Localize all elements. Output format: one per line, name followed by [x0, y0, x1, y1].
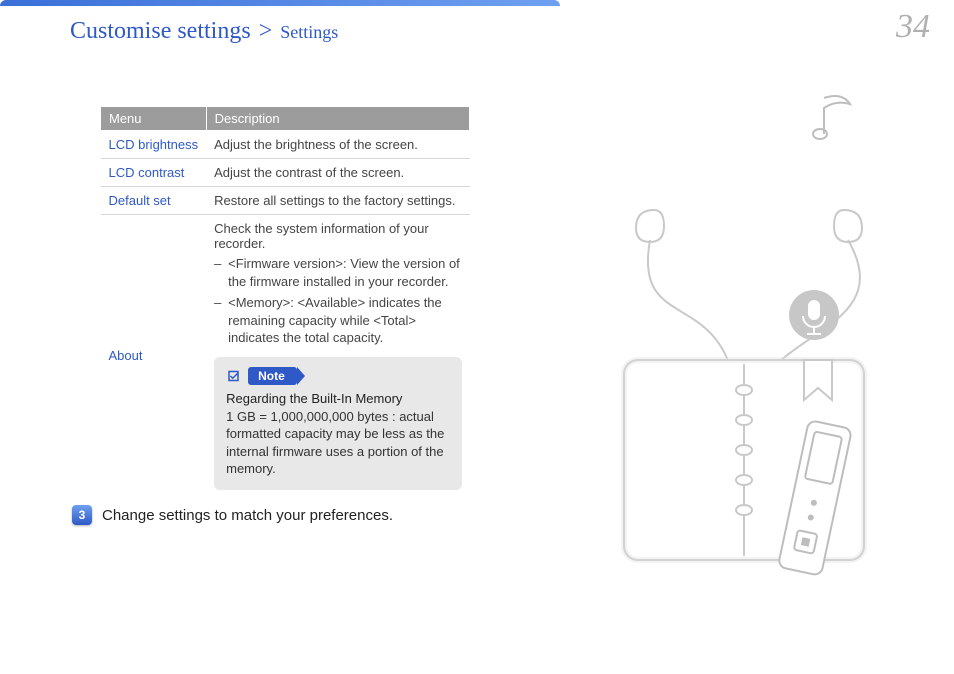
note-label: Note — [248, 367, 297, 385]
table-row: Default set Restore all settings to the … — [101, 187, 470, 215]
table-row: LCD brightness Adjust the brightness of … — [101, 131, 470, 159]
menu-desc: Adjust the brightness of the screen. — [206, 131, 469, 159]
step-row: 3 Change settings to match your preferen… — [72, 505, 393, 525]
content-column: Menu Description LCD brightness Adjust t… — [100, 106, 470, 496]
menu-desc: Adjust the contrast of the screen. — [206, 159, 469, 187]
note-body: 1 GB = 1,000,000,000 bytes : actual form… — [226, 408, 449, 478]
menu-desc-about: Check the system information of your rec… — [206, 215, 469, 496]
note-title: Regarding the Built-In Memory — [226, 391, 449, 406]
about-detail-list: <Firmware version>: View the version of … — [214, 255, 461, 347]
page-number: 34 — [896, 8, 930, 46]
table-row-about: About Check the system information of yo… — [101, 215, 470, 496]
about-item: <Memory>: <Available> indicates the rema… — [214, 294, 461, 347]
step-number-badge: 3 — [72, 505, 92, 525]
menu-name: LCD contrast — [101, 159, 207, 187]
menu-desc: Restore all settings to the factory sett… — [206, 187, 469, 215]
table-row: LCD contrast Adjust the contrast of the … — [101, 159, 470, 187]
breadcrumb-separator: > — [259, 18, 273, 44]
music-note-icon — [813, 96, 850, 139]
note-check-icon — [226, 367, 244, 385]
menu-name-about: About — [101, 215, 207, 496]
manual-page: Customise settings > Settings 34 Menu De… — [0, 0, 954, 674]
note-box: Note Regarding the Built-In Memory 1 GB … — [214, 357, 461, 490]
table-header-row: Menu Description — [101, 107, 470, 131]
settings-table: Menu Description LCD brightness Adjust t… — [100, 106, 470, 496]
menu-name: Default set — [101, 187, 207, 215]
header-description: Description — [206, 107, 469, 131]
about-item: <Firmware version>: View the version of … — [214, 255, 461, 290]
note-header: Note — [226, 367, 297, 385]
about-intro: Check the system information of your rec… — [214, 221, 461, 251]
step-text: Change settings to match your preference… — [102, 507, 393, 524]
breadcrumb-section: Customise settings — [70, 18, 251, 44]
header-menu: Menu — [101, 107, 207, 131]
illustration — [594, 90, 924, 590]
breadcrumb: Customise settings > Settings — [70, 18, 338, 45]
menu-name: LCD brightness — [101, 131, 207, 159]
top-accent-bar — [0, 0, 560, 6]
breadcrumb-sub: Settings — [280, 22, 338, 42]
microphone-icon — [789, 290, 839, 340]
